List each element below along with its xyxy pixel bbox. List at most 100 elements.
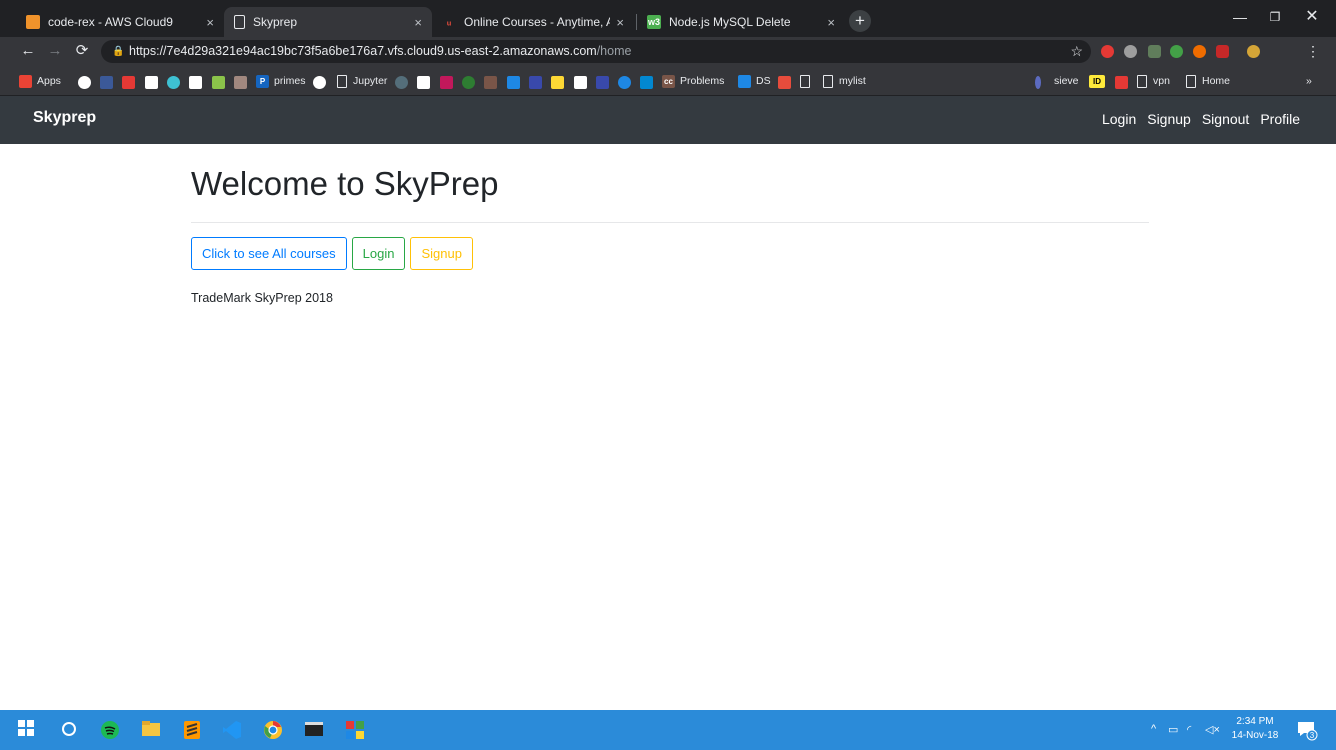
page-icon	[234, 15, 245, 29]
new-tab-button[interactable]: +	[849, 10, 871, 32]
address-bar[interactable]: 🔒 https://7e4d29a321e94ac19bc73f5a6be176a…	[101, 40, 1091, 63]
profile-avatar-icon[interactable]	[1247, 45, 1260, 58]
bookmarks-overflow-chevron[interactable]: »	[1306, 72, 1312, 90]
close-icon[interactable]: ×	[206, 15, 214, 30]
nav-login-link[interactable]: Login	[1102, 111, 1136, 127]
bookmark-sieve[interactable]: sieve	[1054, 72, 1079, 90]
extension-icon[interactable]	[1148, 45, 1161, 58]
facebook-icon[interactable]	[100, 76, 113, 89]
nav-signout-link[interactable]: Signout	[1202, 111, 1249, 127]
bookmark-jupyter[interactable]: Jupyter	[337, 72, 387, 90]
page-title: Welcome to SkyPrep	[191, 165, 499, 202]
bookmark-vpn[interactable]: vpn	[1137, 72, 1170, 90]
nav-signup-link[interactable]: Signup	[1147, 111, 1191, 127]
tab-title: Skyprep	[253, 15, 298, 29]
bookmark-page[interactable]	[800, 72, 816, 90]
bookmark-icon[interactable]	[189, 76, 202, 89]
bookmark-icon[interactable]	[212, 76, 225, 89]
bookmark-icon[interactable]	[1115, 76, 1128, 89]
app-icon[interactable]	[345, 720, 365, 740]
bookmark-icon[interactable]	[596, 76, 609, 89]
menu-kebab-icon[interactable]: ⋮	[1302, 40, 1324, 62]
id-icon: ID	[1089, 74, 1105, 88]
windows-start-icon[interactable]	[18, 720, 38, 740]
mysql-terminal-icon[interactable]	[304, 720, 324, 740]
bookmark-icon[interactable]	[1035, 76, 1041, 89]
bookmark-problems[interactable]: cc Problems	[662, 72, 724, 90]
windows-taskbar: ^ ▭ ◜ ◁× 2:34 PM 14-Nov-18 3	[0, 710, 1336, 750]
bookmark-home[interactable]: Home	[1186, 72, 1230, 90]
vscode-icon[interactable]	[222, 720, 242, 740]
window-close-icon[interactable]: ✕	[1292, 6, 1332, 28]
pdf-extension-icon[interactable]	[1216, 45, 1229, 58]
bookmark-primes[interactable]: Pprimes	[256, 72, 306, 90]
back-arrow-icon[interactable]: ←	[17, 40, 39, 62]
youtube-icon[interactable]	[122, 76, 135, 89]
bookmark-icon[interactable]	[417, 76, 430, 89]
codechef-icon[interactable]	[484, 76, 497, 89]
docs-icon	[738, 74, 751, 88]
reload-icon[interactable]: ⟳	[71, 40, 93, 62]
bookmark-apps[interactable]: Apps	[19, 72, 61, 90]
brand-logo[interactable]: Skyprep	[33, 109, 96, 127]
uva-icon[interactable]	[440, 76, 453, 89]
aws-cloud9-icon	[26, 15, 40, 29]
search-icon[interactable]	[60, 720, 80, 740]
bookmark-star-icon[interactable]: ☆	[1070, 40, 1083, 63]
minimize-icon[interactable]: —	[1220, 6, 1260, 28]
bookmark-icon[interactable]	[529, 76, 542, 89]
bookmark-label: Jupyter	[353, 75, 388, 87]
tab-online-courses[interactable]: ᵤ Online Courses - Anytime, Anywh ×	[432, 7, 634, 37]
page-icon	[800, 74, 810, 88]
chevron-up-icon[interactable]: ^	[1151, 723, 1156, 735]
restore-icon[interactable]: ❐	[1255, 6, 1295, 28]
bookmark-icon[interactable]	[145, 76, 158, 89]
bookmark-icon[interactable]	[234, 76, 247, 89]
browser-tab-strip: code-rex - AWS Cloud9 × Skyprep × ᵤ Onli…	[0, 0, 1336, 37]
tab-skyprep[interactable]: Skyprep ×	[224, 7, 432, 37]
close-icon[interactable]: ×	[414, 15, 422, 30]
opera-extension-icon[interactable]	[1101, 45, 1114, 58]
system-clock[interactable]: 2:34 PM 14-Nov-18	[1228, 715, 1282, 743]
trademark-text: TradeMark SkyPrep 2018	[191, 291, 333, 305]
signup-button[interactable]: Signup	[410, 237, 473, 270]
extension-icon[interactable]	[1170, 45, 1183, 58]
nav-profile-link[interactable]: Profile	[1260, 111, 1300, 127]
all-courses-button[interactable]: Click to see All courses	[191, 237, 347, 270]
battery-icon[interactable]: ▭	[1168, 723, 1178, 736]
chrome-icon[interactable]	[263, 720, 283, 740]
login-button[interactable]: Login	[351, 237, 406, 270]
close-icon[interactable]: ×	[827, 15, 835, 30]
close-icon[interactable]: ×	[616, 15, 624, 30]
bookmark-id[interactable]: ID	[1089, 72, 1110, 90]
spotify-icon[interactable]	[100, 720, 120, 740]
bookmark-icon[interactable]	[551, 76, 564, 89]
forward-arrow-icon[interactable]: →	[44, 40, 66, 62]
file-explorer-icon[interactable]	[141, 720, 161, 740]
bookmark-icon[interactable]	[640, 76, 653, 89]
bookmark-icon[interactable]	[507, 76, 520, 89]
google-icon[interactable]	[78, 76, 91, 89]
globe-extension-icon[interactable]	[1124, 45, 1137, 58]
bookmark-icon[interactable]	[167, 76, 180, 89]
tab-nodejs-mysql[interactable]: w3 Node.js MySQL Delete ×	[637, 7, 845, 37]
extension-icon[interactable]	[1193, 45, 1206, 58]
w3schools-icon: w3	[647, 15, 661, 29]
codechef-icon: cc	[662, 74, 675, 88]
google-icon[interactable]	[313, 76, 326, 89]
sublime-text-icon[interactable]	[182, 720, 202, 740]
bookmark-icon[interactable]	[395, 76, 408, 89]
bookmark-icon[interactable]	[618, 76, 631, 89]
tab-cloud9[interactable]: code-rex - AWS Cloud9 ×	[16, 7, 224, 37]
hackerrank-icon[interactable]	[462, 76, 475, 89]
action-center-icon[interactable]: 3	[1296, 719, 1318, 741]
wifi-icon[interactable]: ◜	[1187, 723, 1191, 736]
action-buttons: Click to see All courses Login Signup	[191, 237, 1149, 270]
browser-toolbar: ← → ⟳ 🔒 https://7e4d29a321e94ac19bc73f5a6…	[0, 37, 1336, 66]
volume-icon[interactable]: ◁×	[1205, 723, 1220, 736]
bookmark-mylist[interactable]: mylist	[823, 72, 866, 90]
page-icon	[337, 74, 347, 88]
bookmark-icon[interactable]	[574, 76, 587, 89]
bookmark-ds[interactable]: DS	[738, 72, 771, 90]
udemy-icon[interactable]	[778, 76, 791, 89]
